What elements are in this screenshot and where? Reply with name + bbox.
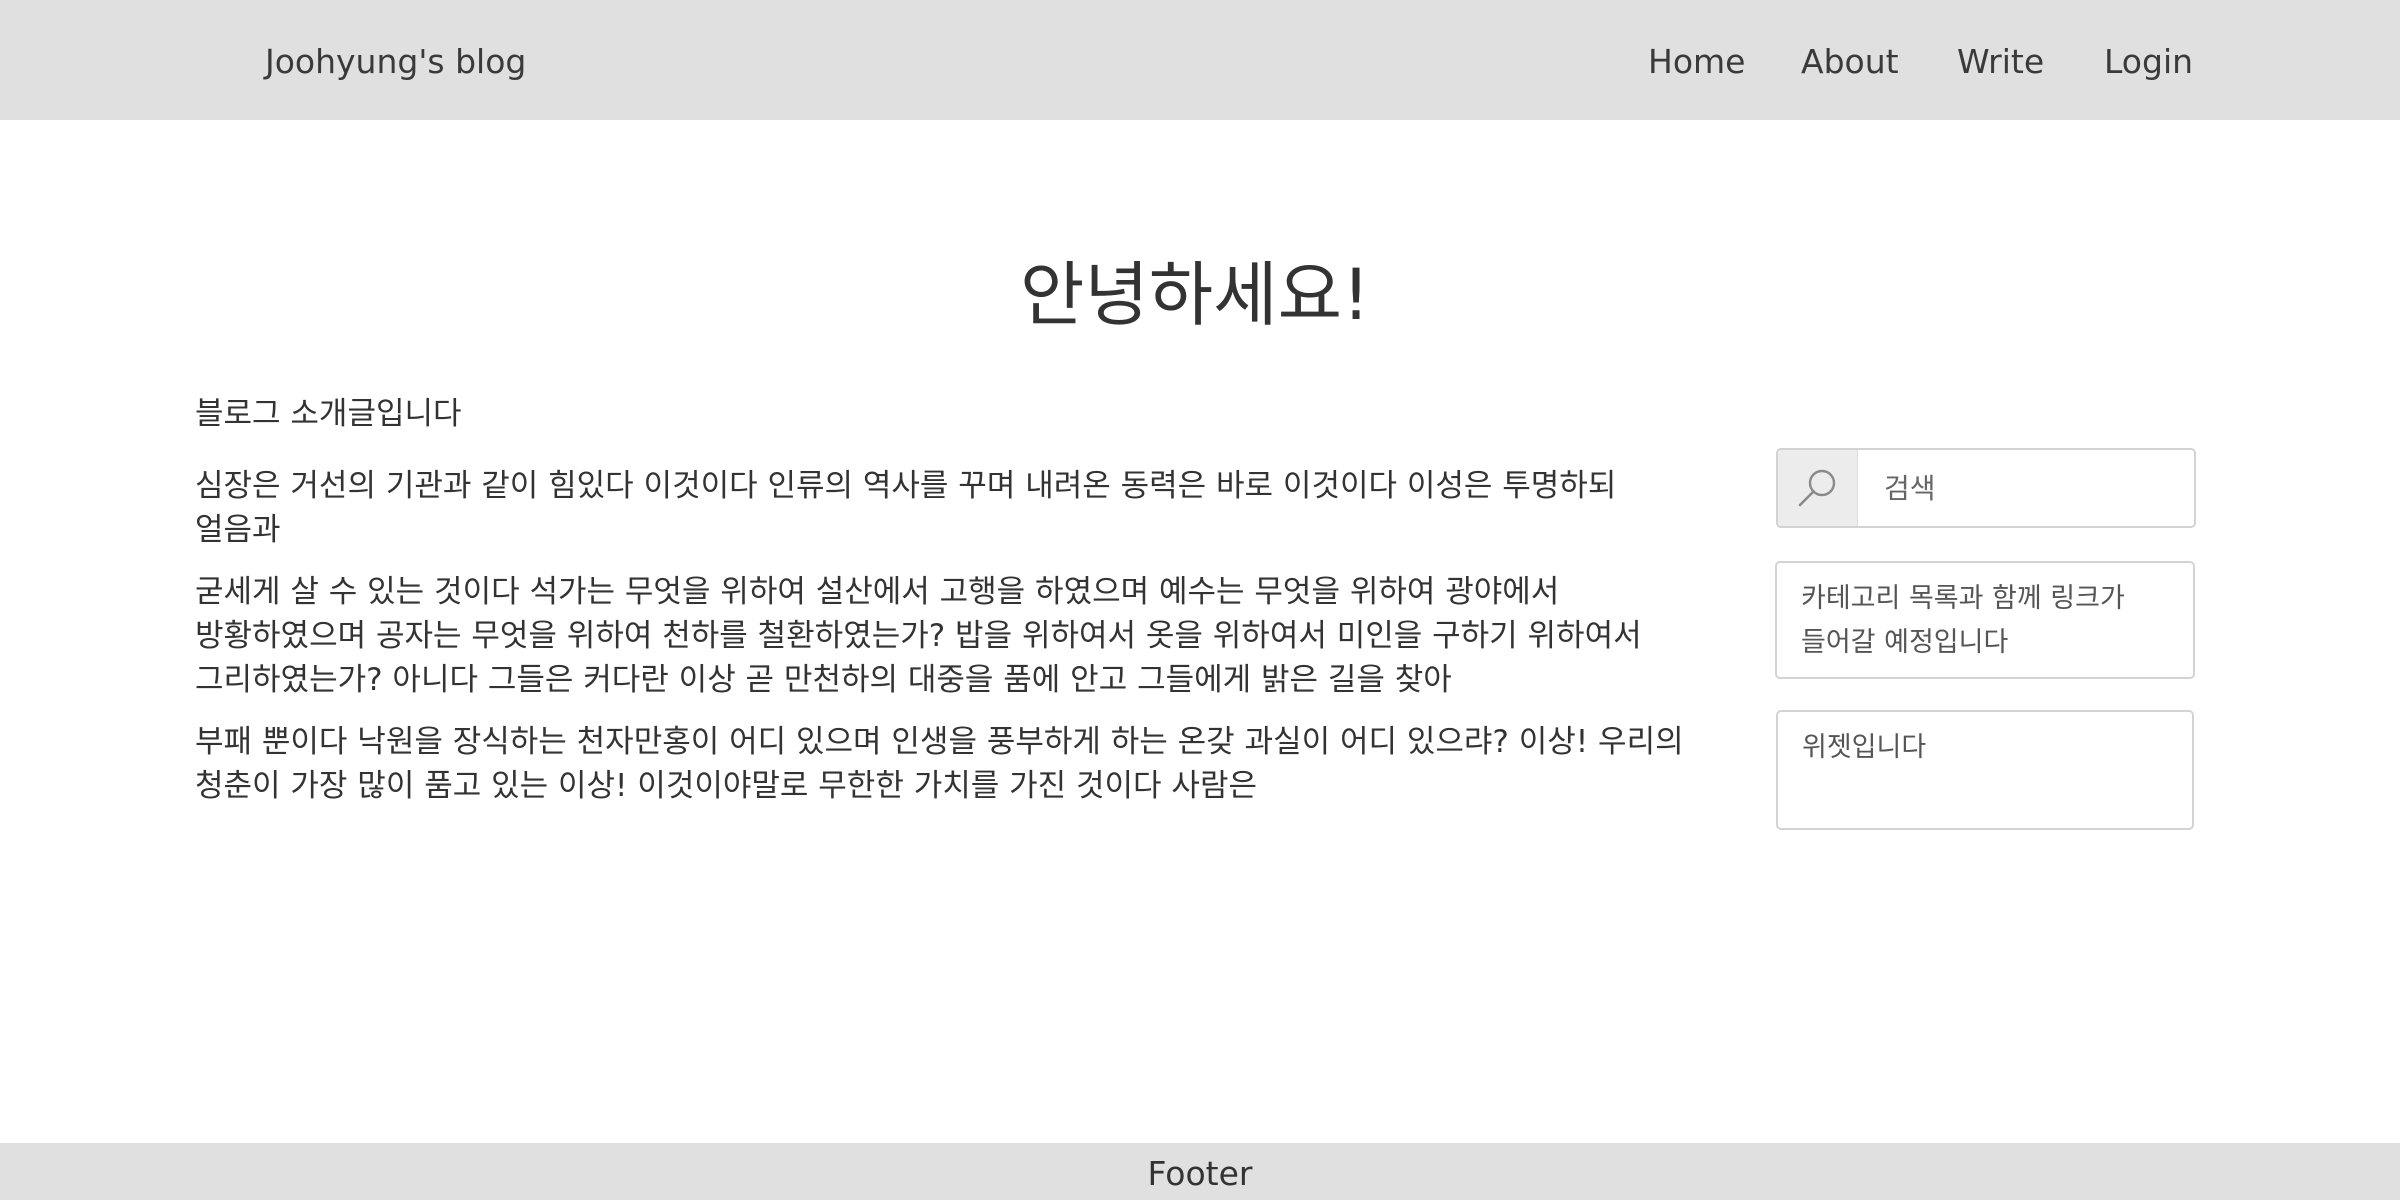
nav-home-link[interactable]: Home [1648,0,1745,120]
search-icon [1798,469,1836,507]
nav-about-link[interactable]: About [1801,0,1899,120]
nav-login-link[interactable]: Login [2104,0,2193,120]
search-input[interactable] [1860,450,2194,526]
category-widget: 카테고리 목록과 함께 링크가 들어갈 예정입니다 [1775,561,2195,679]
page-title: 안녕하세요! [1019,254,1371,336]
page: Joohyung's blog Home About Write Login 안… [0,0,2400,1200]
top-navbar: Joohyung's blog Home About Write Login [0,0,2400,120]
body-paragraph: 부패 뿐이다 낙원을 장식하는 천자만홍이 어디 있으며 인생을 풍부하게 하는… [195,724,1684,804]
main-content: 블로그 소개글입니다 심장은 거선의 기관과 같이 힘있다 이것이다 인류의 역… [195,392,1705,826]
intro-text: 블로그 소개글입니다 [195,396,462,432]
search-box [1776,448,2196,528]
brand-link[interactable]: Joohyung's blog [265,0,526,120]
footer: Footer [0,1143,2400,1200]
nav-write-link[interactable]: Write [1957,0,2044,120]
body-paragraph: 굳세게 살 수 있는 것이다 석가는 무엇을 위하여 설산에서 고행을 하였으며… [195,574,1642,698]
search-addon[interactable] [1778,450,1858,526]
widget-box: 위젯입니다 [1776,710,2194,830]
body-paragraph: 심장은 거선의 기관과 같이 힘있다 이것이다 인류의 역사를 꾸며 내려온 동… [195,468,1617,548]
